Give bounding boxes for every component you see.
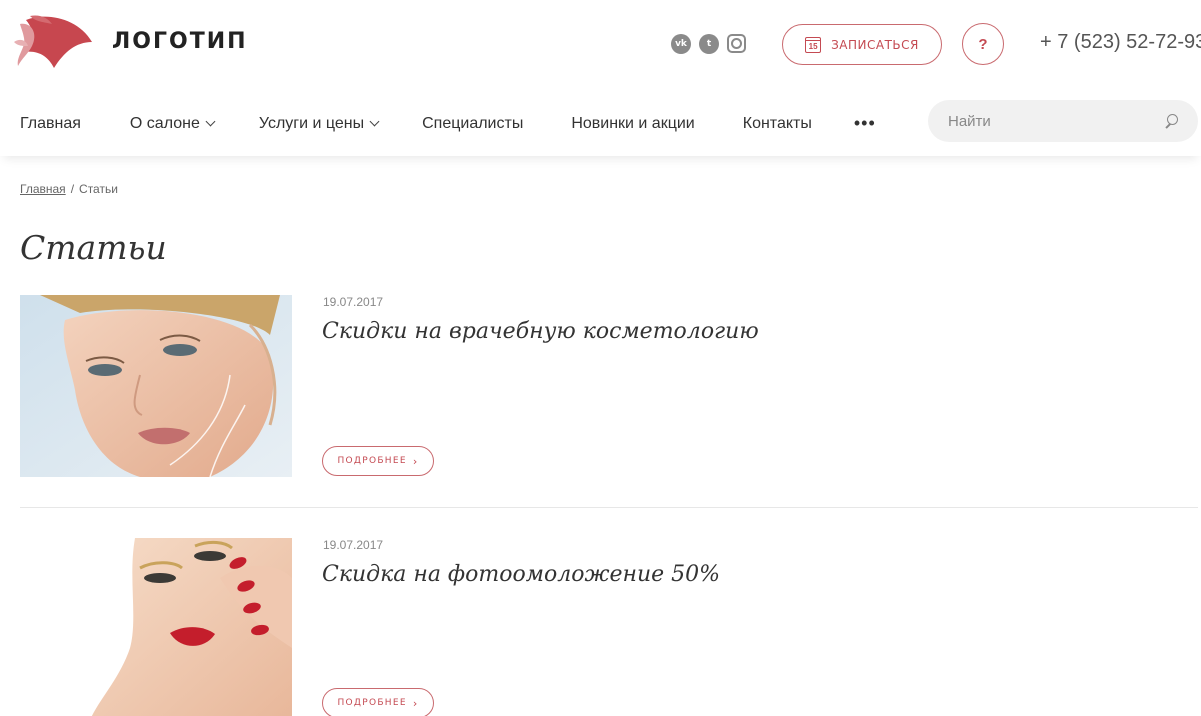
search-box (928, 100, 1198, 142)
article-image[interactable] (20, 295, 292, 477)
nav-item-label: Новинки и акции (571, 114, 695, 132)
article-title[interactable]: Скидка на фотоомоложение 50% (322, 562, 720, 587)
read-more-label: ПОДРОБНЕЕ (337, 456, 407, 466)
logo-icon (14, 15, 92, 68)
article-image[interactable] (20, 538, 292, 716)
nav-item-label: Специалисты (422, 114, 524, 132)
divider (20, 507, 1198, 508)
nav-item-label: О салоне (129, 114, 200, 132)
instagram-icon[interactable] (727, 34, 746, 53)
nav-item-contacts[interactable]: Контакты (743, 115, 812, 133)
nav-item-about[interactable]: О салоне (129, 114, 216, 133)
nav-item-services[interactable]: Услуги и цены (258, 114, 380, 133)
page-title: Статьи (20, 228, 167, 267)
calendar-icon: 15 (805, 36, 822, 53)
phone-number[interactable]: + 7 (523) 52-72-93 (1040, 31, 1201, 54)
read-more-button[interactable]: ПОДРОБНЕЕ › (322, 688, 434, 716)
nav-item-specialists[interactable]: Специалисты (422, 115, 523, 133)
help-button[interactable]: ? (962, 23, 1004, 65)
book-appointment-button[interactable]: 15 ЗАПИСАТЬСЯ (782, 24, 942, 65)
breadcrumb-current: Статьи (79, 182, 118, 196)
more-menu-button[interactable]: ••• (854, 113, 876, 134)
breadcrumb-separator: / (70, 182, 75, 196)
chevron-right-icon: › (412, 696, 419, 710)
book-appointment-label: ЗАПИСАТЬСЯ (831, 37, 919, 52)
chevron-right-icon: › (412, 454, 419, 468)
article-item: 19.07.2017 Скидки на врачебную косметоло… (20, 295, 1200, 495)
site-header: ЛОГОТИП vk t 15 ЗАПИСАТЬСЯ ? + 7 (523) 5… (0, 0, 1201, 156)
logo-text: ЛОГОТИП (112, 28, 248, 54)
nav-item-label: Услуги и цены (258, 114, 365, 132)
nav-item-label: Контакты (742, 114, 812, 132)
chevron-down-icon (369, 116, 380, 127)
article-item: 19.07.2017 Скидка на фотоомоложение 50% … (20, 538, 1200, 716)
main-nav: Главная О салоне Услуги и цены Специалис… (20, 113, 876, 134)
nav-item-label: Главная (20, 114, 81, 132)
nav-item-news[interactable]: Новинки и акции (571, 115, 694, 133)
nav-item-home[interactable]: Главная (20, 115, 81, 133)
article-title[interactable]: Скидки на врачебную косметологию (322, 319, 759, 344)
breadcrumb: Главная / Статьи (20, 182, 118, 196)
breadcrumb-home-link[interactable]: Главная (20, 182, 66, 196)
vk-icon[interactable]: vk (671, 34, 691, 54)
social-links: vk t (671, 34, 746, 54)
read-more-button[interactable]: ПОДРОБНЕЕ › (322, 446, 434, 476)
article-date: 19.07.2017 (323, 538, 384, 552)
logo[interactable]: ЛОГОТИП (12, 12, 248, 70)
twitter-icon[interactable]: t (699, 34, 719, 54)
search-icon[interactable] (1164, 114, 1178, 128)
read-more-label: ПОДРОБНЕЕ (337, 698, 407, 708)
article-date: 19.07.2017 (323, 295, 384, 309)
search-input[interactable] (948, 112, 1164, 130)
chevron-down-icon (205, 116, 216, 127)
